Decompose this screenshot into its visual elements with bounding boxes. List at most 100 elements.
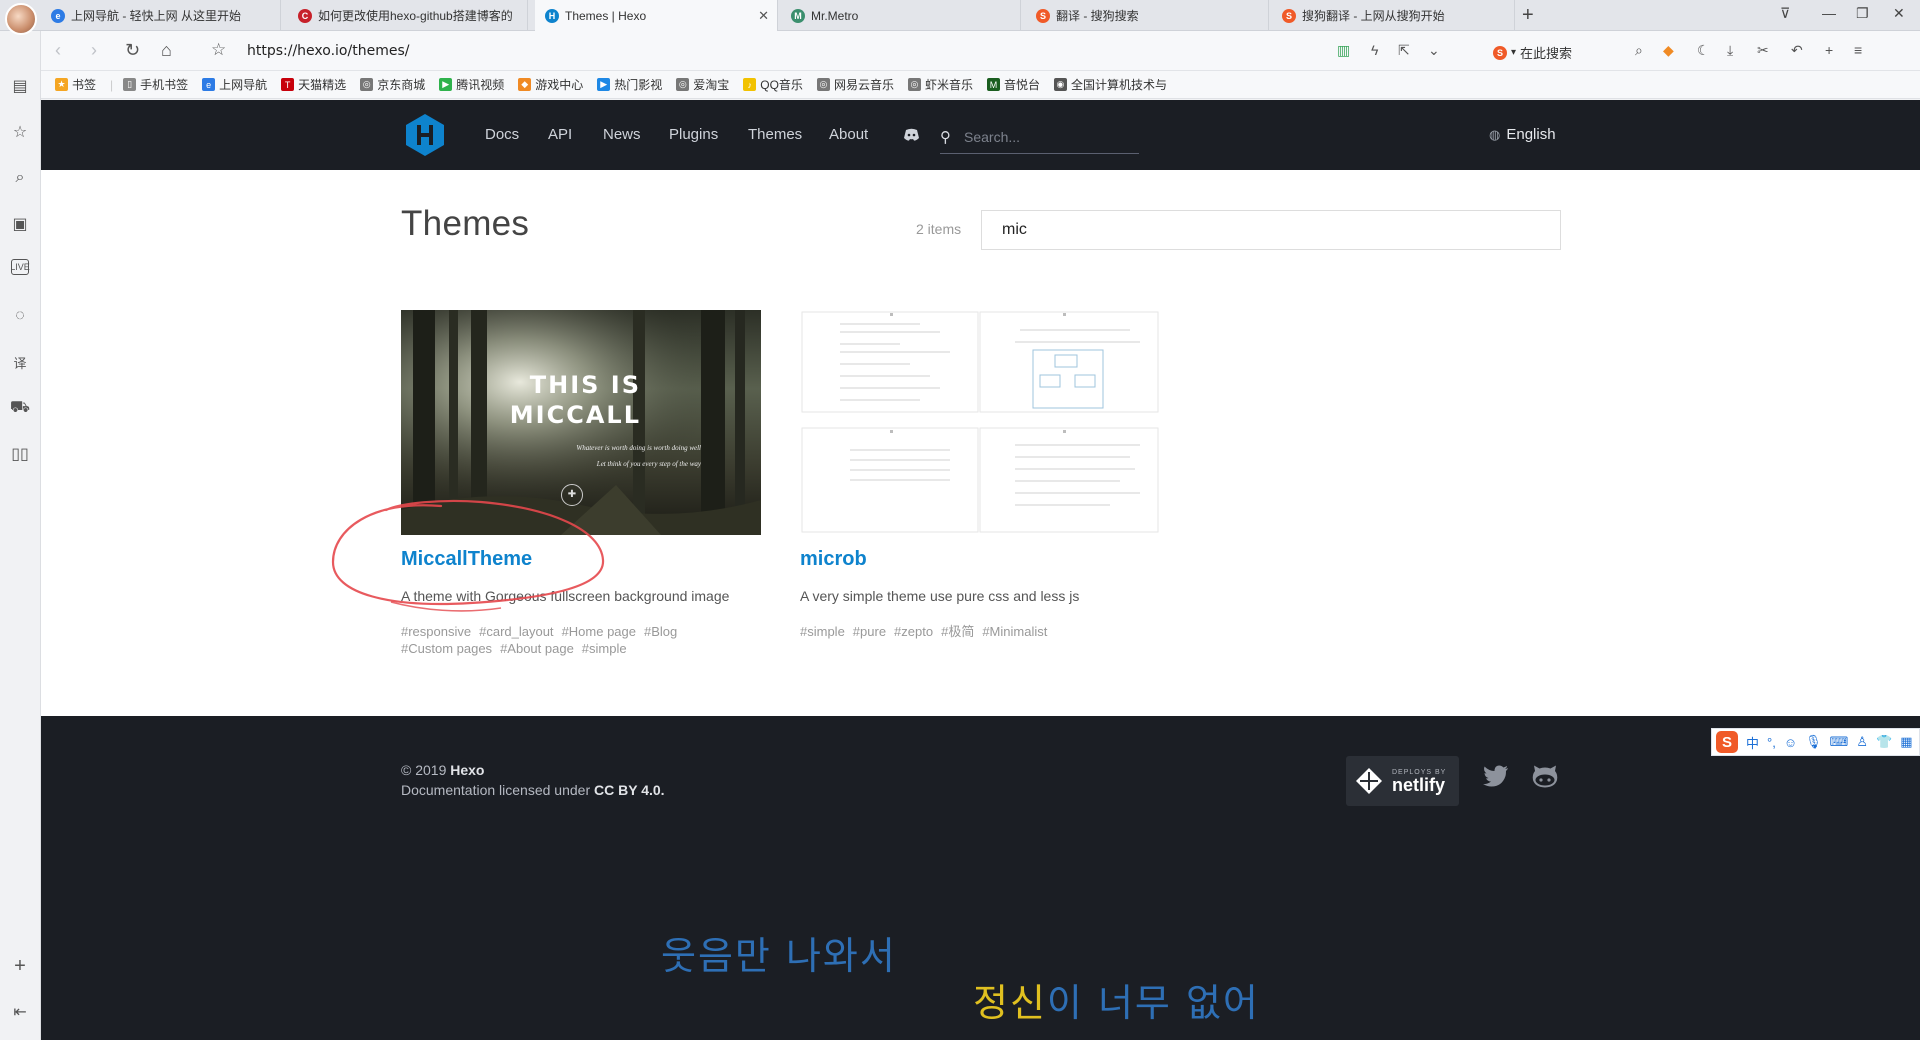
back-icon[interactable]: ‹ bbox=[55, 40, 61, 61]
tab-sogou-translate[interactable]: S 搜狗翻译 - 上网从搜狗开始 bbox=[1272, 0, 1515, 31]
tag[interactable]: #pure bbox=[853, 624, 886, 639]
copyright-brand[interactable]: Hexo bbox=[450, 762, 484, 778]
chevron-down-icon[interactable]: ⌄ bbox=[1428, 42, 1440, 59]
bookmark-item[interactable]: ★ 书签 bbox=[55, 76, 96, 93]
bookmark-item[interactable]: M 音悦台 bbox=[986, 76, 1040, 93]
search-icon[interactable]: ⌕ bbox=[1635, 42, 1643, 59]
restore-icon[interactable]: ❐ bbox=[1856, 5, 1869, 22]
site-search-input[interactable] bbox=[964, 126, 1134, 148]
reader-mode-icon[interactable]: ▥ bbox=[1337, 42, 1350, 59]
tab-csdn-article[interactable]: C 如何更改使用hexo-github搭建博客的 bbox=[288, 0, 528, 31]
menu-icon[interactable]: ≡ bbox=[1854, 42, 1862, 58]
ime-mode[interactable]: 中 bbox=[1746, 733, 1759, 752]
bookmark-item[interactable]: ▶ 腾讯视频 bbox=[439, 76, 504, 93]
bookmark-item[interactable]: T 天猫精选 bbox=[281, 76, 346, 93]
tab-mr-metro[interactable]: M Mr.Metro bbox=[781, 0, 1021, 31]
tag[interactable]: #Custom pages bbox=[401, 641, 492, 656]
twitter-icon[interactable] bbox=[1483, 765, 1509, 787]
night-mode-icon[interactable]: ☾ bbox=[1697, 42, 1710, 59]
add-icon[interactable]: + bbox=[1825, 42, 1833, 58]
keyboard-icon[interactable]: ⌨ bbox=[1830, 734, 1849, 750]
tag[interactable]: #simple bbox=[800, 624, 845, 639]
tag[interactable]: #Minimalist bbox=[982, 624, 1047, 639]
user-avatar[interactable] bbox=[5, 3, 37, 35]
nav-docs[interactable]: Docs bbox=[485, 126, 519, 143]
tab-close-icon[interactable]: ✕ bbox=[758, 8, 769, 24]
tab-hexo-themes[interactable]: H Themes | Hexo ✕ bbox=[535, 0, 778, 31]
translate-icon[interactable]: 译 bbox=[9, 351, 31, 373]
menu-shirt-icon[interactable]: ⊽ bbox=[1780, 5, 1790, 22]
bookmark-item[interactable]: ◉ 全国计算机技术与 bbox=[1053, 76, 1167, 93]
github-icon[interactable] bbox=[1531, 765, 1559, 789]
language-selector[interactable]: ◍ English bbox=[1489, 126, 1556, 143]
nav-plugins[interactable]: Plugins bbox=[669, 126, 718, 143]
bookmark-item[interactable]: ◆ 游戏中心 bbox=[518, 76, 583, 93]
screenshot-scissors-icon[interactable]: ✂ bbox=[1757, 42, 1769, 59]
tag[interactable]: #simple bbox=[582, 641, 627, 656]
metro-favicon: M bbox=[791, 8, 805, 23]
discord-icon[interactable] bbox=[903, 128, 920, 142]
search-icon[interactable]: ⌕ bbox=[9, 167, 31, 189]
emoji-icon[interactable]: ☺ bbox=[1784, 735, 1797, 750]
hexo-logo[interactable] bbox=[403, 113, 447, 157]
bookmark-item[interactable]: ◎ 网易云音乐 bbox=[816, 76, 894, 93]
url-field[interactable]: https://hexo.io/themes/ bbox=[247, 43, 409, 59]
ime-toolbar[interactable]: S 中 °, ☺ 🎙 ⌨ ♙ 👕 ▦ bbox=[1711, 728, 1920, 756]
bookmark-item[interactable]: ◎ 虾米音乐 bbox=[907, 76, 973, 93]
home-icon[interactable]: ⌂ bbox=[161, 40, 172, 61]
nav-themes[interactable]: Themes bbox=[748, 126, 802, 143]
theme-preview-image[interactable]: THIS IS MICCALL Whatever is worth doing … bbox=[401, 310, 761, 535]
license-link[interactable]: CC BY 4.0. bbox=[594, 782, 665, 798]
favorites-star-icon[interactable]: ☆ bbox=[9, 121, 31, 143]
nav-news[interactable]: News bbox=[603, 126, 641, 143]
game-icon[interactable]: ◆ bbox=[1663, 42, 1674, 59]
collapse-sidebar-icon[interactable]: ⇤ bbox=[9, 1001, 31, 1023]
undo-icon[interactable]: ↶ bbox=[1791, 42, 1803, 59]
reload-icon[interactable]: ↻ bbox=[125, 40, 140, 61]
share-icon[interactable]: ⇱ bbox=[1398, 42, 1410, 59]
add-icon[interactable]: + bbox=[9, 955, 31, 977]
bookmark-item[interactable]: ♪ QQ音乐 bbox=[743, 76, 803, 93]
reader-icon[interactable]: ▯▯ bbox=[9, 443, 31, 465]
cart-icon[interactable]: ⛟ bbox=[9, 397, 31, 419]
chat-icon[interactable]: ◌ bbox=[9, 305, 31, 327]
tag[interactable]: #About page bbox=[500, 641, 574, 656]
video-icon[interactable]: ▣ bbox=[9, 213, 31, 235]
punctuation-icon[interactable]: °, bbox=[1767, 735, 1776, 750]
netlify-badge[interactable]: DEPLOYS BY netlify bbox=[1346, 756, 1459, 806]
forward-icon[interactable]: › bbox=[91, 40, 97, 61]
nav-api[interactable]: API bbox=[548, 126, 572, 143]
theme-preview-image[interactable] bbox=[800, 310, 1160, 535]
flash-icon[interactable]: ϟ bbox=[1371, 42, 1378, 58]
close-window-icon[interactable]: ✕ bbox=[1893, 5, 1905, 22]
tab-sogou-translate-search[interactable]: S 翻译 - 搜狗搜索 bbox=[1026, 0, 1269, 31]
theme-filter-input[interactable] bbox=[981, 210, 1561, 250]
tag[interactable]: #Blog bbox=[644, 624, 677, 639]
microphone-icon[interactable]: 🎙 bbox=[1805, 734, 1822, 750]
tag[interactable]: #极简 bbox=[941, 624, 974, 639]
bookmark-item[interactable]: ◎ 爱淘宝 bbox=[676, 76, 729, 93]
tab-nav-home[interactable]: e 上网导航 - 轻快上网 从这里开始 bbox=[41, 0, 281, 31]
tag[interactable]: #Home page bbox=[562, 624, 636, 639]
bookmark-item[interactable]: e 上网导航 bbox=[202, 76, 267, 93]
live-icon[interactable]: LIVE bbox=[10, 259, 30, 275]
theme-name-link[interactable]: MiccallTheme bbox=[401, 548, 532, 571]
search-box[interactable]: S ▾ 在此搜索 bbox=[1493, 43, 1572, 62]
user-icon[interactable]: ♙ bbox=[1856, 734, 1868, 750]
tag[interactable]: #zepto bbox=[894, 624, 933, 639]
download-icon[interactable]: ⤓ bbox=[1727, 42, 1733, 59]
minimize-icon[interactable]: — bbox=[1822, 5, 1836, 21]
bookmark-item[interactable]: ▶ 热门影视 bbox=[597, 76, 662, 93]
theme-name-link[interactable]: microb bbox=[800, 548, 867, 571]
bookmark-star-icon[interactable]: ☆ bbox=[211, 40, 226, 60]
bookmark-item[interactable]: ◎ 京东商城 bbox=[360, 76, 425, 93]
tag[interactable]: #responsive bbox=[401, 624, 471, 639]
bookmark-item[interactable]: ▯ 手机书签 bbox=[123, 76, 188, 93]
news-feed-icon[interactable]: ▤ bbox=[9, 75, 31, 97]
new-tab-icon[interactable]: + bbox=[1522, 4, 1534, 27]
grid-menu-icon[interactable]: ▦ bbox=[1900, 734, 1912, 750]
nav-about[interactable]: About bbox=[829, 126, 868, 143]
skin-icon[interactable]: 👕 bbox=[1876, 734, 1892, 750]
tag[interactable]: #card_layout bbox=[479, 624, 553, 639]
game-icon: ◆ bbox=[518, 78, 532, 91]
